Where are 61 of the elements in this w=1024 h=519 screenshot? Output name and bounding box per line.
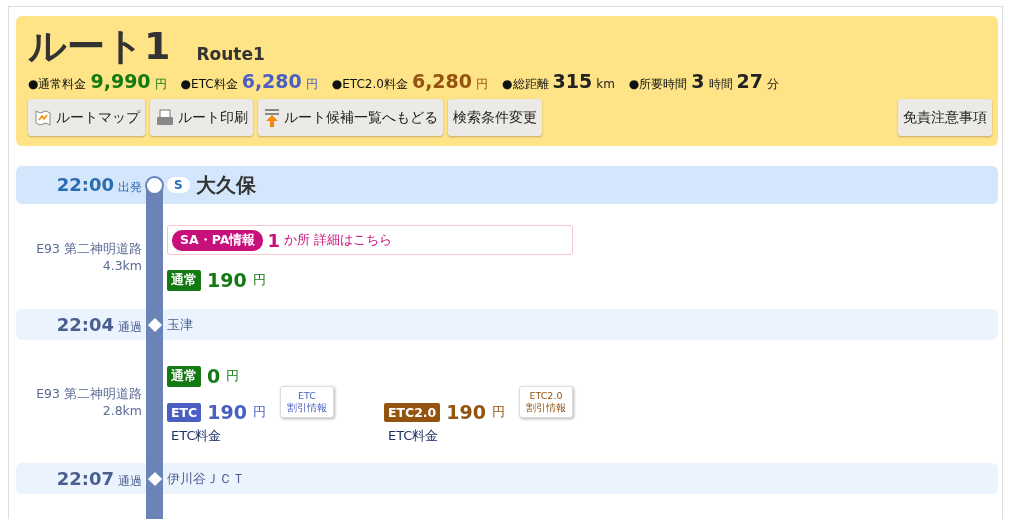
yen-unit: 円: [226, 367, 240, 385]
station-name: 伊川谷ＪＣＴ: [167, 469, 245, 488]
route-action-button[interactable]: ルート印刷: [150, 99, 253, 136]
route-subtitle: Route1: [196, 44, 265, 64]
disclaimer-button[interactable]: 免責注意事項: [898, 99, 992, 136]
time-text: 22:07: [56, 467, 114, 489]
yen-unit: 円: [492, 403, 505, 421]
road-name: E93 第二神明道路: [36, 384, 142, 402]
fee-tag: ETC2.0: [383, 402, 441, 422]
station-name: 大久保: [195, 171, 256, 199]
action-text: 出発: [118, 179, 142, 196]
fee-caption: ETC料金: [170, 427, 223, 445]
details-link[interactable]: 詳細はこちら: [313, 231, 392, 249]
road-name: E93 第二神明道路: [36, 239, 142, 257]
summary-label: ●ETC料金: [180, 76, 238, 93]
discount-info-button[interactable]: ETC2.0 割引情報: [519, 386, 573, 418]
fee-tag: ETC: [167, 402, 202, 422]
sapa-unit: か所: [283, 231, 310, 249]
yen-unit: 円: [252, 271, 266, 289]
route-action-button[interactable]: 検索条件変更: [448, 99, 542, 136]
fee-amount: 190: [207, 401, 247, 423]
summary-label: ●通常料金: [28, 76, 87, 93]
fee-amount: 190: [446, 401, 486, 423]
summary-label: ●所要時間: [628, 76, 688, 93]
sapa-tag: SA・PA情報: [172, 229, 264, 251]
summary-unit: 分: [767, 76, 779, 93]
printer-icon: [155, 107, 175, 128]
action-text: 通過: [118, 318, 142, 336]
yen-unit: 円: [252, 403, 266, 421]
summary-unit: km: [596, 77, 615, 91]
route-action-button[interactable]: ルート候補一覧へもどる: [258, 99, 443, 136]
discount-info-button[interactable]: ETC 割引情報: [279, 386, 334, 418]
summary-unit: 円: [154, 76, 167, 93]
summary-label: ●総距離: [502, 76, 549, 93]
summary-value: 6,280: [411, 70, 473, 92]
summary-value: 3: [691, 70, 705, 92]
fee-caption: ETC料金: [386, 427, 440, 445]
time-text: 22:04: [56, 313, 114, 335]
time-text: 22:00: [56, 174, 114, 195]
summary-unit: 時間: [708, 76, 733, 93]
distance-text: 4.3km: [102, 256, 142, 274]
summary-unit: 円: [305, 76, 318, 93]
route-title: ルート1: [28, 24, 171, 68]
summary-label: ●ETC2.0料金: [331, 76, 408, 93]
summary-unit: 円: [476, 76, 489, 93]
summary-value: 27: [736, 70, 763, 92]
route-action-button[interactable]: ルートマップ: [28, 99, 145, 136]
distance-text: 2.8km: [102, 401, 142, 419]
fee-tag: 通常: [167, 365, 201, 387]
fee-amount: 190: [207, 269, 247, 291]
up-arrow-icon: [263, 107, 281, 128]
summary-value: 6,280: [241, 70, 302, 92]
fee-tag: 通常: [167, 269, 201, 291]
summary-value: 315: [552, 70, 593, 92]
map-icon: [33, 107, 53, 128]
summary-value: 9,990: [90, 70, 151, 92]
action-text: 通過: [118, 472, 142, 490]
start-badge: S: [167, 177, 190, 193]
station-name: 玉津: [167, 315, 193, 334]
sapa-count: 1: [267, 229, 280, 251]
fee-amount: 0: [207, 365, 221, 387]
